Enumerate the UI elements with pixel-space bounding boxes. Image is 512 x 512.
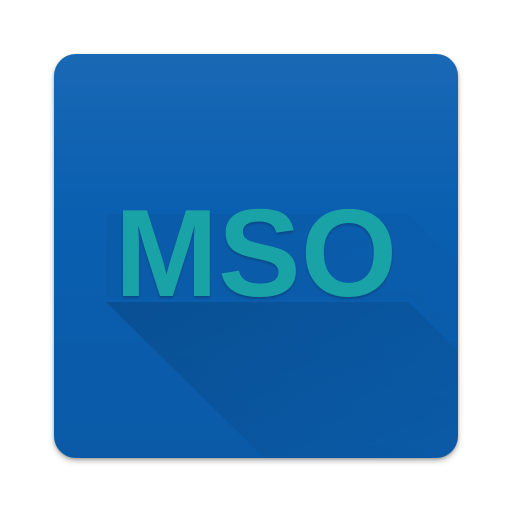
app-icon-label: MSO [114,185,398,323]
app-icon-canvas: MSO [0,0,512,512]
app-icon[interactable]: MSO [54,54,458,458]
